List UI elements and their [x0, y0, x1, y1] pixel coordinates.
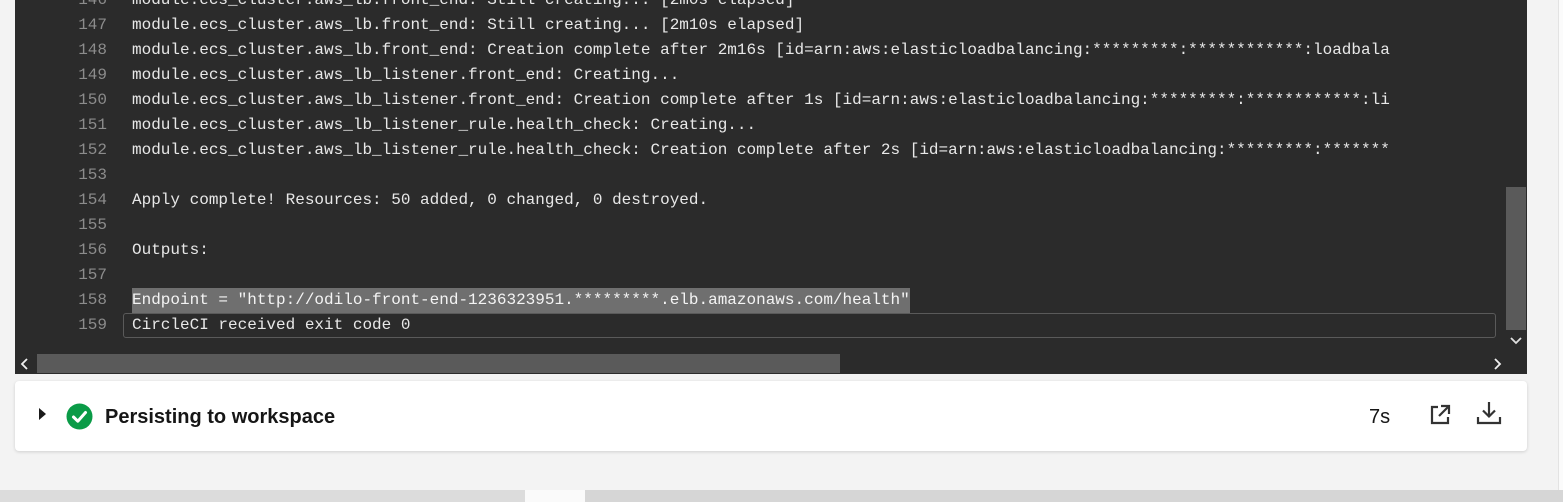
taskbar-strip: [0, 490, 1563, 502]
line-number: 159: [78, 316, 107, 334]
download-icon[interactable]: [1476, 400, 1502, 426]
taskbar-segment: [585, 490, 1563, 502]
log-line: 150 module.ecs_cluster.aws_lb_listener.fr…: [15, 88, 1505, 113]
log-line: 147 module.ecs_cluster.aws_lb.front_end: …: [15, 13, 1505, 38]
line-number: 146: [78, 0, 107, 9]
vertical-scroll-thumb[interactable]: [1506, 187, 1526, 330]
line-number: 158: [78, 291, 107, 309]
exit-code-text: CircleCI received exit code 0: [123, 313, 1496, 338]
line-text: module.ecs_cluster.aws_lb_listener_rule.…: [132, 116, 757, 134]
line-number: 147: [78, 16, 107, 34]
line-number: 157: [78, 266, 107, 284]
log-line: 157: [15, 263, 1505, 288]
caret-right-icon[interactable]: [39, 408, 46, 420]
scroll-left-icon[interactable]: [15, 353, 35, 374]
line-text: module.ecs_cluster.aws_lb_listener.front…: [132, 91, 1390, 109]
line-text: module.ecs_cluster.aws_lb.front_end: Sti…: [132, 0, 795, 9]
line-number: 150: [78, 91, 107, 109]
taskbar-segment: [0, 490, 525, 502]
line-number: 153: [78, 166, 107, 184]
line-text: Outputs:: [132, 241, 209, 259]
external-link-icon[interactable]: [1428, 403, 1452, 427]
step-duration: 7s: [1369, 406, 1391, 428]
line-text: module.ecs_cluster.aws_lb.front_end: Cre…: [132, 41, 1390, 59]
log-line: 155: [15, 213, 1505, 238]
scroll-down-icon[interactable]: [1506, 333, 1526, 351]
log-line: 146 module.ecs_cluster.aws_lb.front_end: …: [15, 0, 1505, 13]
log-line: 153: [15, 163, 1505, 188]
endpoint-output-text[interactable]: Endpoint = "http://odilo-front-end-12363…: [132, 288, 910, 313]
log-line: 154 Apply complete! Resources: 50 added, …: [15, 188, 1505, 213]
step-output-terminal: 146 module.ecs_cluster.aws_lb.front_end: …: [15, 0, 1527, 374]
log-lines: 146 module.ecs_cluster.aws_lb.front_end: …: [15, 0, 1505, 338]
log-line: 151 module.ecs_cluster.aws_lb_listener_ru…: [15, 113, 1505, 138]
log-line: 148 module.ecs_cluster.aws_lb.front_end: …: [15, 38, 1505, 63]
line-number: 156: [78, 241, 107, 259]
step-row-persisting-to-workspace[interactable]: Persisting to workspace 7s: [15, 381, 1527, 451]
log-line-selected[interactable]: 158 Endpoint = "http://odilo-front-end-12…: [15, 288, 1505, 313]
line-number: 155: [78, 216, 107, 234]
horizontal-scroll-thumb[interactable]: [37, 354, 840, 373]
log-line: 152 module.ecs_cluster.aws_lb_listener_ru…: [15, 138, 1505, 163]
step-title: Persisting to workspace: [105, 406, 336, 428]
line-text: module.ecs_cluster.aws_lb.front_end: Sti…: [132, 16, 805, 34]
line-number: 148: [78, 41, 107, 59]
line-number: 152: [78, 141, 107, 159]
page-scrollbar-track: [1558, 0, 1563, 490]
log-line: 149 module.ecs_cluster.aws_lb_listener.fr…: [15, 63, 1505, 88]
line-text: module.ecs_cluster.aws_lb_listener.front…: [132, 66, 680, 84]
horizontal-scrollbar[interactable]: [15, 353, 1527, 374]
line-number: 154: [78, 191, 107, 209]
check-circle-icon: [66, 403, 93, 430]
line-number: 151: [78, 116, 107, 134]
scroll-right-icon[interactable]: [1487, 353, 1507, 374]
line-text: Apply complete! Resources: 50 added, 0 c…: [132, 191, 709, 209]
log-line: 156 Outputs:: [15, 238, 1505, 263]
log-line-exit-code: 159 CircleCI received exit code 0: [15, 313, 1505, 338]
line-text: module.ecs_cluster.aws_lb_listener_rule.…: [132, 141, 1390, 159]
line-number: 149: [78, 66, 107, 84]
vertical-scrollbar[interactable]: [1505, 0, 1527, 353]
